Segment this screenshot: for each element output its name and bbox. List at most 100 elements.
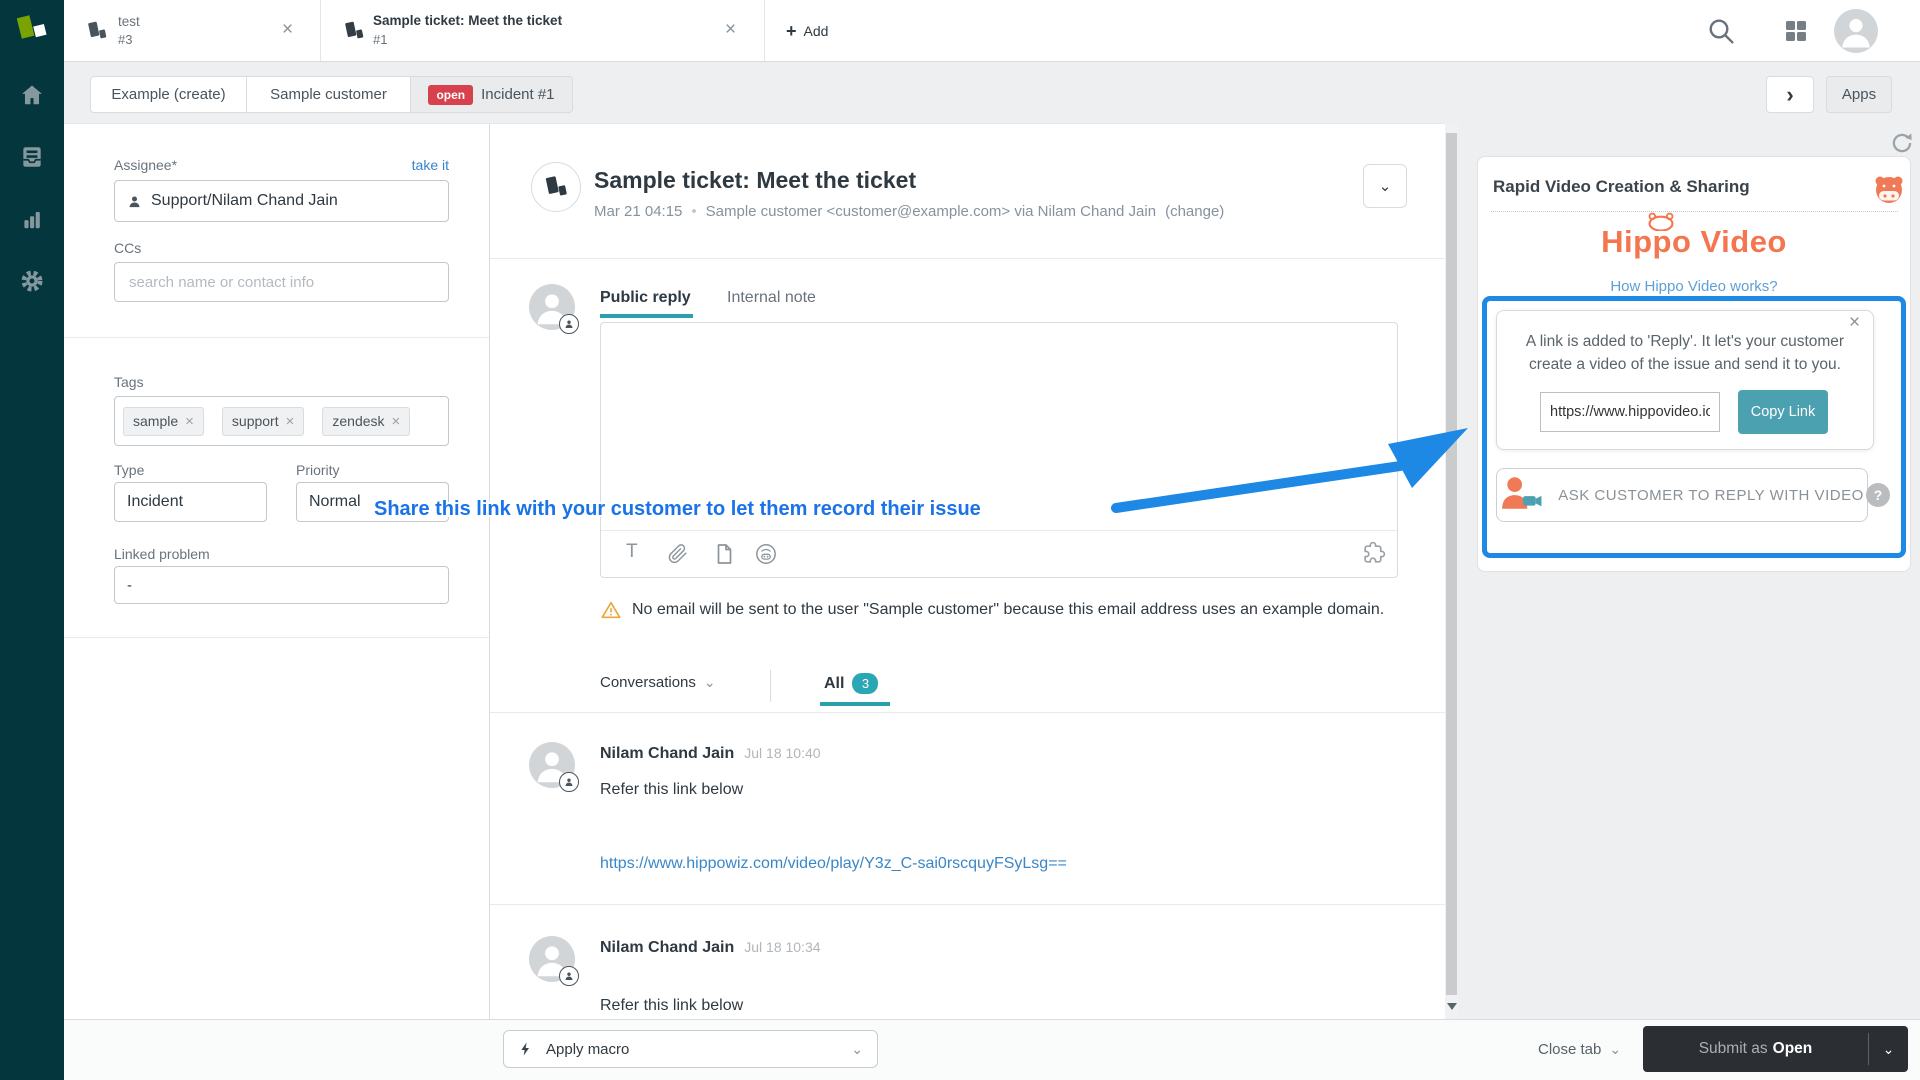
submit-options-toggle[interactable]: ⌄ xyxy=(1869,1026,1908,1072)
remove-tag-icon[interactable]: × xyxy=(185,413,194,430)
divider xyxy=(64,337,489,338)
chevron-right-icon: › xyxy=(1786,81,1794,107)
ticket-tab-sample[interactable]: Sample ticket: Meet the ticket #1 × xyxy=(321,0,765,61)
conversations-filter[interactable]: Conversations ⌄ xyxy=(600,674,716,691)
close-tab-toggle[interactable]: Close tab ⌄ xyxy=(1538,1030,1621,1068)
breadcrumb-label: Example (create) xyxy=(111,86,226,103)
tag-label: support xyxy=(231,413,279,429)
hippo-logo: Hippo Video xyxy=(1477,212,1911,268)
close-tab-label: Close tab xyxy=(1538,1040,1602,1058)
ask-customer-video-button[interactable]: ASK CUSTOMER TO REPLY WITH VIDEO xyxy=(1496,468,1868,522)
submit-prefix: Submit as xyxy=(1698,1040,1768,1057)
tab-internal-note[interactable]: Internal note xyxy=(727,289,816,307)
ccs-field[interactable] xyxy=(114,262,449,302)
priority-value: Normal xyxy=(309,493,361,510)
tag-pill[interactable]: zendesk × xyxy=(322,406,411,436)
close-tab-icon[interactable]: × xyxy=(725,20,736,40)
ticket-icon xyxy=(341,18,367,44)
tab-public-reply[interactable]: Public reply xyxy=(600,289,691,307)
tag-pill[interactable]: support × xyxy=(221,406,305,436)
email-warning: No email will be sent to the user "Sampl… xyxy=(600,598,1400,626)
scroll-down-icon[interactable] xyxy=(1446,1003,1457,1010)
breadcrumb-incident[interactable]: open Incident #1 xyxy=(410,76,573,113)
tags-field[interactable]: sample × support × zendesk × xyxy=(114,396,449,446)
divider xyxy=(770,670,771,702)
chevron-down-icon: ⌄ xyxy=(1609,1040,1622,1057)
close-tab-icon[interactable]: × xyxy=(282,20,293,40)
submit-status: Open xyxy=(1772,1040,1813,1057)
priority-label: Priority xyxy=(296,462,340,478)
assignee-field[interactable]: Support/Nilam Chand Jain xyxy=(114,180,449,222)
hippo-video-icon[interactable] xyxy=(754,542,778,566)
warning-icon xyxy=(600,599,622,626)
apps-label: Apps xyxy=(1841,86,1877,103)
ticket-icon xyxy=(84,18,110,44)
document-icon[interactable] xyxy=(712,542,736,566)
apps-toggle-button[interactable]: Apps xyxy=(1826,76,1892,113)
message-time: Jul 18 10:40 xyxy=(744,745,821,761)
refresh-icon[interactable] xyxy=(1889,130,1915,156)
status-badge: open xyxy=(428,84,474,105)
message-author: Nilam Chand Jain xyxy=(600,939,735,956)
person-icon xyxy=(129,196,140,207)
tab-number: #3 xyxy=(118,32,133,47)
tag-pill[interactable]: sample × xyxy=(123,406,204,436)
zendesk-logo[interactable] xyxy=(12,10,52,50)
scrollbar-thumb[interactable] xyxy=(1446,133,1457,995)
copy-link-button[interactable]: Copy Link xyxy=(1738,390,1828,434)
breadcrumb-customer[interactable]: Sample customer xyxy=(246,76,411,113)
text-format-icon[interactable]: T xyxy=(626,541,638,563)
take-it-link[interactable]: take it xyxy=(412,157,449,173)
submit-button[interactable]: Submit as Open ⌄ xyxy=(1643,1026,1908,1072)
video-link-input[interactable] xyxy=(1540,392,1720,432)
assignee-row: Assignee* take it xyxy=(114,156,449,174)
message-time: Jul 18 10:34 xyxy=(744,939,821,955)
add-label: Add xyxy=(803,23,829,39)
user-avatar[interactable] xyxy=(1834,9,1878,53)
submit-label[interactable]: Submit as Open xyxy=(1643,1026,1868,1072)
tab-number: #1 xyxy=(373,32,388,47)
assignee-label: Assignee* xyxy=(114,157,178,173)
ask-button-label: ASK CUSTOMER TO REPLY WITH VIDEO xyxy=(1558,486,1864,504)
reporting-icon[interactable] xyxy=(19,206,45,232)
remove-tag-icon[interactable]: × xyxy=(286,413,295,430)
video-link[interactable]: https://www.hippowiz.com/video/play/Y3z_… xyxy=(600,855,1067,873)
apps-grid-icon[interactable] xyxy=(1783,18,1809,44)
attachment-icon[interactable] xyxy=(666,542,690,566)
apps-puzzle-icon[interactable] xyxy=(1362,541,1387,566)
apply-macro-label: Apply macro xyxy=(546,1040,630,1058)
ticket-timestamp: Mar 21 04:15 xyxy=(594,203,683,220)
type-select[interactable]: Incident xyxy=(114,482,267,522)
views-icon[interactable] xyxy=(19,144,45,170)
change-requester-link[interactable]: (change) xyxy=(1165,203,1224,220)
divider xyxy=(490,904,1445,905)
ticket-options-button[interactable]: ⌄ xyxy=(1363,164,1407,208)
gear-icon[interactable] xyxy=(19,268,45,294)
message-author-row: Nilam Chand Jain Jul 18 10:40 xyxy=(600,745,821,763)
end-user-badge-icon xyxy=(559,314,579,334)
conversations-label: Conversations xyxy=(600,674,696,691)
divider xyxy=(490,258,1445,259)
annotation-arrow xyxy=(1111,428,1468,513)
how-it-works-link[interactable]: How Hippo Video works? xyxy=(1477,278,1911,295)
dotted-divider xyxy=(1491,211,1898,212)
home-icon[interactable] xyxy=(19,82,45,108)
breadcrumb-label: Incident #1 xyxy=(481,86,555,103)
scrollbar[interactable] xyxy=(1445,123,1458,1019)
ticket-tab-test[interactable]: test #3 × xyxy=(64,0,321,61)
remove-tag-icon[interactable]: × xyxy=(392,413,401,430)
active-filter-underline xyxy=(820,702,890,706)
help-icon[interactable]: ? xyxy=(1866,483,1890,507)
linked-problem-field[interactable]: - xyxy=(114,566,449,604)
next-ticket-button[interactable]: › xyxy=(1766,76,1814,113)
add-tab-button[interactable]: + Add xyxy=(786,17,828,45)
message-text: Refer this link below xyxy=(600,997,744,1014)
ccs-input[interactable] xyxy=(127,272,436,292)
filter-all[interactable]: All 3 xyxy=(824,673,879,694)
breadcrumb-example[interactable]: Example (create) xyxy=(90,76,247,113)
chevron-down-icon: ⌄ xyxy=(1882,1040,1895,1057)
message-text: Refer this link below xyxy=(600,781,744,798)
ticket-type-icon xyxy=(531,162,581,212)
apply-macro-select[interactable]: Apply macro ⌄ xyxy=(503,1030,878,1068)
search-icon[interactable] xyxy=(1705,15,1737,47)
